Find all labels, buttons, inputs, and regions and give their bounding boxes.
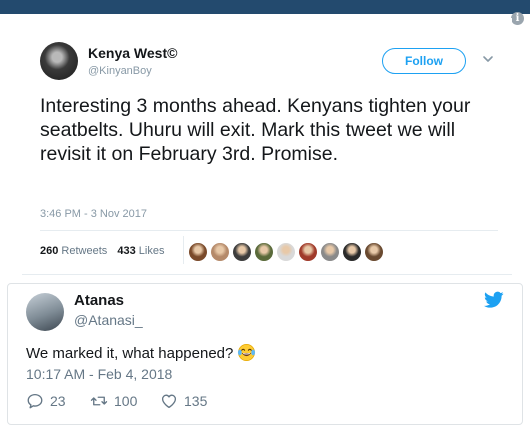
- author-name: Kenya West©: [88, 45, 178, 61]
- divider: [183, 236, 184, 264]
- follow-button: Follow: [382, 48, 466, 74]
- liker-avatar: [188, 242, 208, 262]
- retweet-icon: [90, 396, 108, 406]
- retweets-label: Retweets: [61, 245, 108, 257]
- author-handle[interactable]: @Atanasi_: [74, 312, 143, 328]
- tweet-text: Interesting 3 months ahead. Kenyans tigh…: [40, 95, 471, 165]
- reply-text: We marked it, what happened?: [26, 343, 256, 362]
- divider: [22, 274, 512, 275]
- avatar: [40, 42, 78, 80]
- replies-count: 23: [50, 393, 66, 409]
- likes-count: 433: [117, 245, 136, 257]
- reply-icon: [27, 393, 43, 409]
- liker-avatar: [210, 242, 230, 262]
- header-bar: [0, 0, 530, 14]
- avatar[interactable]: [26, 293, 64, 331]
- face-with-tears-of-joy-icon: [238, 344, 256, 361]
- embedded-tweet-image: Kenya West© @KinyanBoy Follow Interestin…: [22, 18, 512, 280]
- liker-avatar: [254, 242, 274, 262]
- author-handle: @KinyanBoy: [88, 65, 152, 77]
- liker-avatar: [276, 242, 296, 262]
- info-icon[interactable]: i: [511, 12, 524, 25]
- heart-icon: [161, 394, 177, 409]
- tweet-timestamp: 3:46 PM - 3 Nov 2017: [40, 208, 148, 220]
- liker-avatar: [320, 242, 340, 262]
- retweets-count: 100: [114, 393, 138, 409]
- likes-count: 135: [184, 393, 208, 409]
- reply-text-content: We marked it, what happened?: [26, 345, 234, 362]
- likes-label: Likes: [138, 245, 165, 257]
- liker-avatar: [342, 242, 362, 262]
- reply-timestamp[interactable]: 10:17 AM - Feb 4, 2018: [26, 366, 172, 382]
- author-name[interactable]: Atanas: [74, 292, 124, 309]
- twitter-bird-icon[interactable]: [484, 291, 504, 309]
- liker-avatar: [298, 242, 318, 262]
- reply-button[interactable]: 23: [26, 392, 66, 410]
- reply-tweet-card[interactable]: Atanas @Atanasi_ We marked it, what happ…: [7, 283, 523, 425]
- like-button[interactable]: 135: [160, 392, 207, 410]
- tweet-stats: 260 Retweets 433 Likes: [40, 245, 164, 257]
- liker-avatar: [232, 242, 252, 262]
- liker-avatar: [364, 242, 384, 262]
- retweet-button[interactable]: 100: [90, 392, 137, 410]
- divider: [40, 230, 498, 231]
- retweets-count: 260: [40, 245, 59, 257]
- chevron-down-icon: [483, 56, 493, 62]
